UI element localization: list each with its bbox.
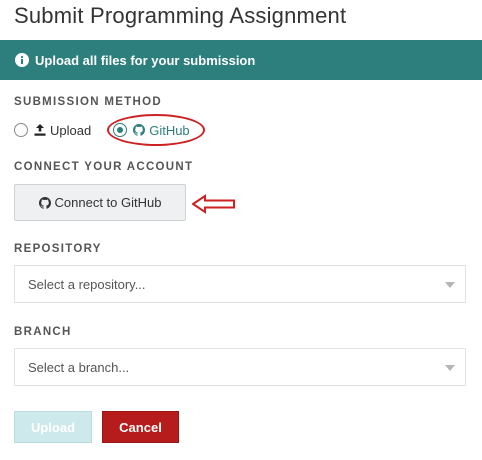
submission-method-label: SUBMISSION METHOD xyxy=(14,96,162,108)
page-title: Submit Programming Assignment xyxy=(14,3,347,28)
branch-select[interactable]: Select a branch... xyxy=(14,348,466,386)
cancel-button[interactable]: Cancel xyxy=(102,411,179,443)
connect-github-label: Connect to GitHub xyxy=(54,195,162,210)
chevron-down-icon xyxy=(445,282,455,288)
info-icon xyxy=(15,53,29,67)
connect-account-label: CONNECT YOUR ACCOUNT xyxy=(14,161,194,173)
upload-button[interactable]: Upload xyxy=(14,411,92,443)
banner-text: Upload all files for your submission xyxy=(35,52,256,68)
highlight-annotation xyxy=(107,114,205,146)
repository-placeholder: Select a repository... xyxy=(28,276,146,292)
connect-github-button[interactable]: Connect to GitHub xyxy=(14,184,186,221)
chevron-down-icon xyxy=(445,365,455,371)
upload-radio[interactable] xyxy=(14,123,28,137)
submit-assignment-dialog: Submit Programming Assignment Upload all… xyxy=(0,0,482,460)
branch-label: BRANCH xyxy=(14,326,72,338)
repository-select[interactable]: Select a repository... xyxy=(14,265,466,303)
arrow-annotation-icon xyxy=(192,194,235,214)
upload-option[interactable]: Upload xyxy=(34,123,91,138)
info-banner: Upload all files for your submission xyxy=(0,40,482,80)
repository-label: REPOSITORY xyxy=(14,243,102,255)
branch-placeholder: Select a branch... xyxy=(28,359,130,375)
github-icon xyxy=(38,196,51,209)
upload-option-label: Upload xyxy=(50,122,92,138)
upload-icon xyxy=(34,124,46,136)
